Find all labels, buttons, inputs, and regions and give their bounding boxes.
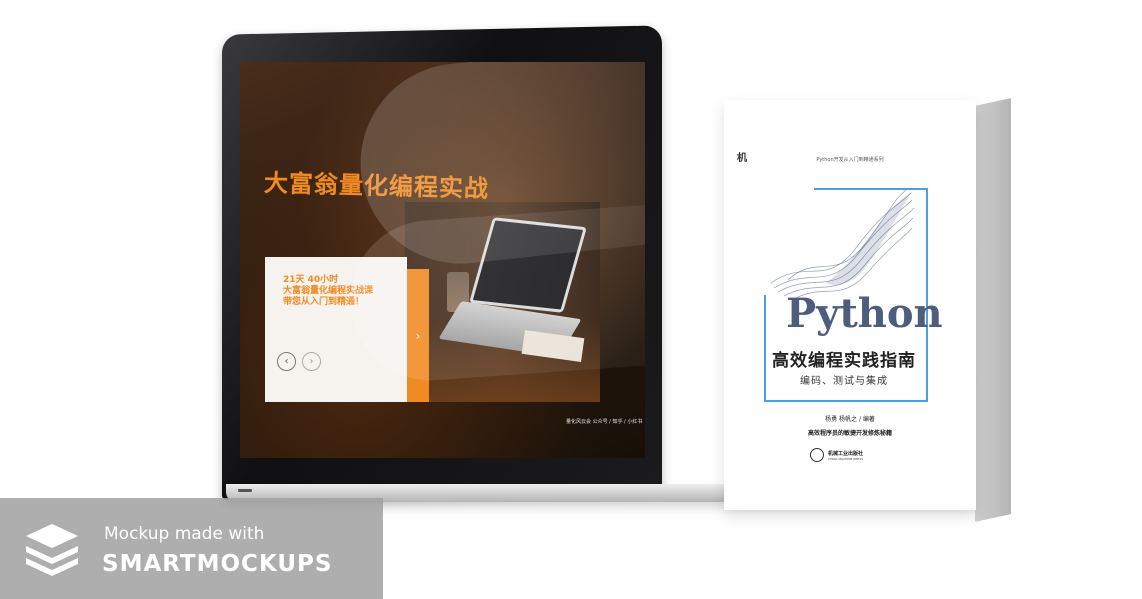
book-title: 高效编程实践指南 <box>772 351 916 371</box>
stacked-layers-icon <box>26 524 78 576</box>
press-name-cn: 机械工业出版社 <box>828 450 864 457</box>
publisher-block: 机械工业出版社 CHINA MACHINE PRESS <box>810 448 863 462</box>
badge-caption: Mockup made with <box>104 524 265 544</box>
slide-arrows: ‹ › <box>277 352 321 371</box>
next-slide-button[interactable]: › <box>302 352 321 371</box>
laptop-screen: 大富翁量化编程实战 21天 40小时 大富翁量化编程实战课 带您从入门到精通！ … <box>240 62 645 458</box>
book-spine <box>975 98 1011 522</box>
book-cover: 机 Python开发从入门到精通系列 Python 高效编程实践指南 编码、测试… <box>724 100 976 510</box>
press-name-en: CHINA MACHINE PRESS <box>828 456 863 461</box>
book-subtitle: 编码、测试与集成 <box>800 376 888 387</box>
chevron-right-icon: › <box>309 355 314 367</box>
book-series: Python开发从入门到精通系列 <box>816 157 884 163</box>
usb-port-icon <box>238 489 252 492</box>
slide-caption: 量化风云会 公众号 / 知乎 / 小红书 <box>566 419 643 425</box>
badge-brand: SMARTMOCKUPS <box>102 551 333 577</box>
smartmockups-badge[interactable]: Mockup made with SMARTMOCKUPS <box>0 498 383 599</box>
prev-slide-button[interactable]: ‹ <box>277 352 296 371</box>
book-authors: 杨勇 杨帆之 / 编著 <box>825 416 875 423</box>
press-logo-icon <box>810 448 824 462</box>
book-tagline: 高效程序员的敏捷开发修炼秘籍 <box>807 430 892 437</box>
chevron-left-icon: ‹ <box>284 355 289 367</box>
book-python-word: Python <box>786 290 943 337</box>
